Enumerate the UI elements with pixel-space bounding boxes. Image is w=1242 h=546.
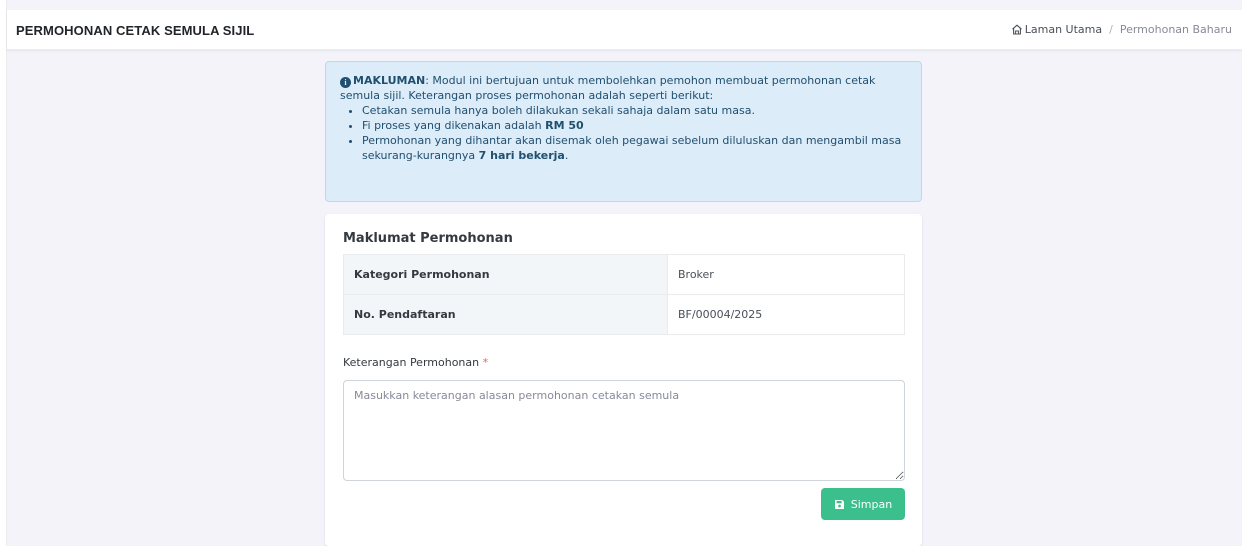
- info-notice: i MAKLUMAN: Modul ini bertujuan untuk mem…: [325, 61, 922, 202]
- notice-item: Fi proses yang dikenakan adalah RM 50: [362, 118, 907, 133]
- reason-field-label: Keterangan Permohonan *: [343, 356, 488, 369]
- row-value: Broker: [667, 254, 905, 295]
- required-marker: *: [482, 356, 489, 369]
- notice-item: Cetakan semula hanya boleh dilakukan sek…: [362, 103, 907, 118]
- notice-item: Permohonan yang dihantar akan disemak ol…: [362, 133, 907, 163]
- row-value: BF/00004/2025: [667, 294, 905, 335]
- home-icon: [1011, 24, 1022, 35]
- notice-item-text: Permohonan yang dihantar akan disemak ol…: [362, 134, 902, 162]
- table-row: Kategori Permohonan Broker: [343, 254, 905, 295]
- application-info-table: Kategori Permohonan Broker No. Pendaftar…: [343, 254, 905, 335]
- page-title-bar: PERMOHONAN CETAK SEMULA SIJIL Laman Utam…: [7, 10, 1242, 50]
- floppy-disk-icon: [834, 499, 844, 509]
- reason-textarea[interactable]: [343, 380, 905, 481]
- breadcrumb-separator: /: [1109, 23, 1113, 36]
- notice-item-text: Fi proses yang dikenakan adalah: [362, 119, 546, 132]
- fee-amount: RM 50: [545, 119, 584, 132]
- page-title: PERMOHONAN CETAK SEMULA SIJIL: [16, 23, 255, 38]
- save-button-label: Simpan: [850, 497, 893, 511]
- notice-intro: i MAKLUMAN: Modul ini bertujuan untuk mem…: [340, 73, 907, 103]
- breadcrumb-home-link[interactable]: Laman Utama: [1025, 23, 1102, 36]
- processing-duration: 7 hari bekerja: [478, 149, 565, 162]
- sidebar-edge: [0, 0, 7, 546]
- table-row: No. Pendaftaran BF/00004/2025: [343, 294, 905, 335]
- info-circle-icon: i: [340, 77, 351, 88]
- row-label: Kategori Permohonan: [343, 254, 668, 295]
- notice-label: MAKLUMAN: [353, 74, 426, 87]
- notice-item-text: Cetakan semula hanya boleh dilakukan sek…: [362, 104, 755, 117]
- breadcrumb: Laman Utama / Permohonan Baharu: [1011, 23, 1232, 36]
- breadcrumb-current: Permohonan Baharu: [1119, 23, 1232, 36]
- row-label: No. Pendaftaran: [343, 294, 668, 335]
- application-form-card: Maklumat Permohonan Kategori Permohonan …: [325, 214, 922, 546]
- notice-item-suffix: .: [564, 149, 569, 162]
- save-button[interactable]: Simpan: [821, 488, 905, 520]
- notice-list: Cetakan semula hanya boleh dilakukan sek…: [362, 103, 907, 163]
- reason-label-text: Keterangan Permohonan: [343, 356, 480, 369]
- section-title: Maklumat Permohonan: [343, 231, 513, 246]
